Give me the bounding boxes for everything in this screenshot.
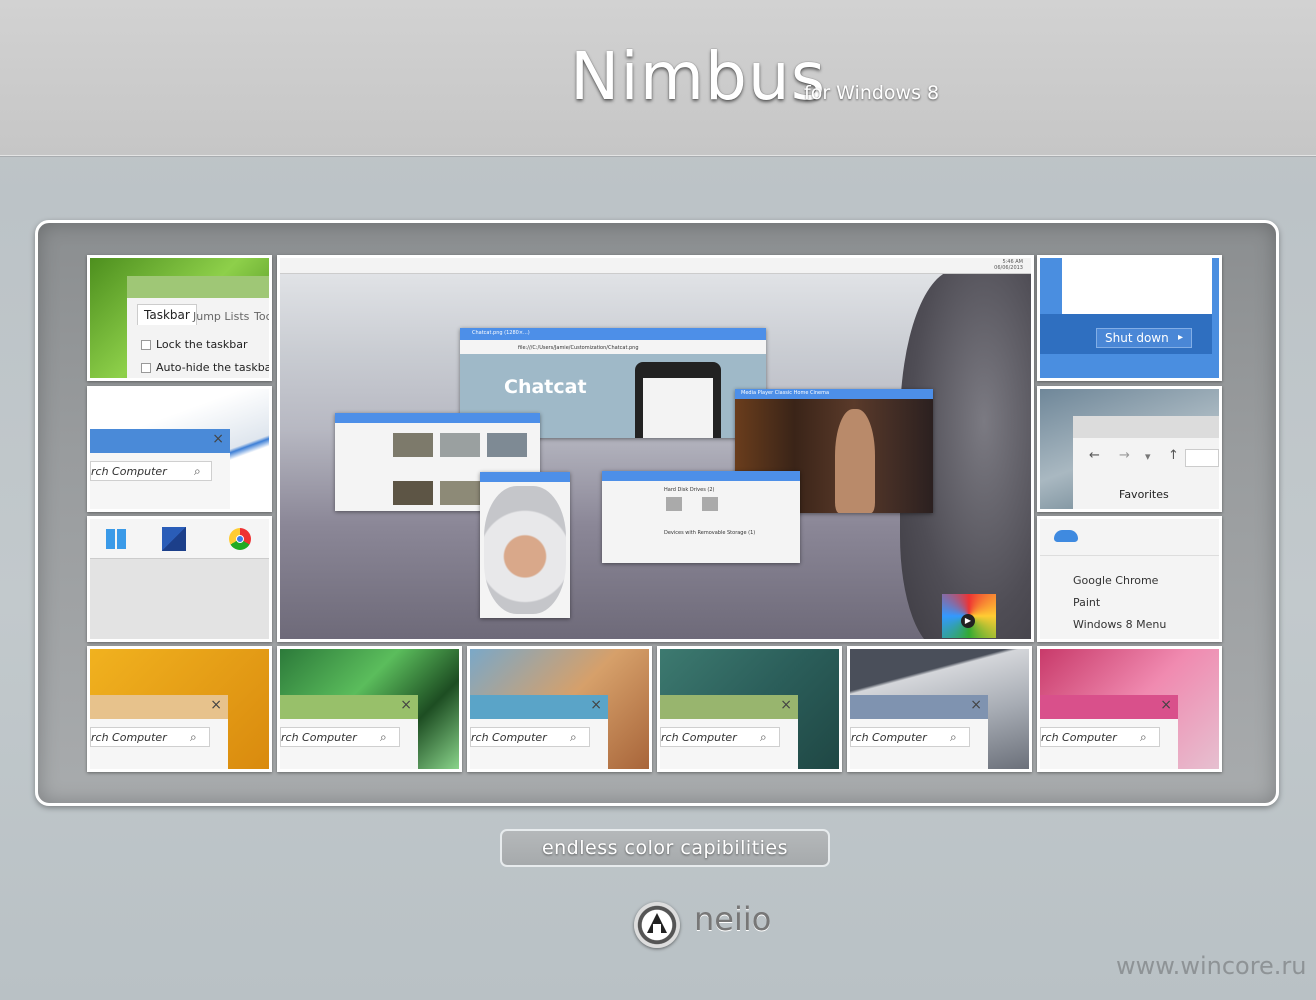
image-viewer-window[interactable] [480, 472, 570, 618]
search-icon[interactable]: ⌕ [570, 730, 577, 745]
shutdown-button[interactable]: Shut down ▸ [1096, 328, 1192, 348]
autohide-label: Auto-hide the taskbar [156, 361, 272, 374]
tab-taskbar[interactable]: Taskbar [137, 304, 197, 325]
close-icon[interactable]: × [400, 697, 412, 713]
tile-taskbar-icons [87, 516, 272, 642]
tile-variant-teal: × rch Computer ⌕ [657, 646, 842, 772]
desktop-taskbar [280, 258, 1031, 274]
brand-name: neiio [694, 900, 772, 938]
windows-icon[interactable] [106, 529, 126, 549]
back-icon[interactable]: ← [1089, 448, 1100, 463]
neiio-logo-icon [634, 902, 680, 948]
tile-explorer-favorites: ← → ▾ ↑ Favorites [1037, 386, 1222, 512]
cloud-icon[interactable] [1054, 530, 1078, 542]
close-icon[interactable]: × [210, 697, 222, 713]
tile-start-menu: Google Chrome Paint Windows 8 Menu [1037, 516, 1222, 642]
paint-icon[interactable] [162, 527, 186, 551]
page-subtitle: for Windows 8 [804, 82, 940, 104]
chevron-down-icon[interactable]: ▾ [1145, 450, 1151, 463]
explorer-window-computer[interactable]: Hard Disk Drives (2) Devices with Remova… [602, 471, 800, 563]
autohide-checkbox[interactable] [141, 363, 151, 373]
tab-toolbars[interactable]: Toc [254, 310, 269, 323]
play-icon[interactable]: ▶ [961, 614, 975, 628]
tab-jump-lists[interactable]: Jump Lists [193, 310, 249, 323]
close-icon[interactable]: × [780, 697, 792, 713]
close-icon[interactable]: × [1160, 697, 1172, 713]
search-icon[interactable]: ⌕ [760, 730, 767, 745]
up-icon[interactable]: ↑ [1168, 448, 1179, 463]
tile-variant-orange: × rch Computer ⌕ [87, 646, 272, 772]
caption-badge: endless color capibilities [500, 829, 830, 867]
search-icon[interactable]: ⌕ [950, 730, 957, 745]
close-icon[interactable]: × [212, 431, 224, 447]
search-icon[interactable]: ⌕ [380, 730, 387, 745]
page-title: Nimbus [570, 38, 827, 115]
search-icon[interactable]: ⌕ [190, 730, 197, 745]
lock-taskbar-label: Lock the taskbar [156, 338, 248, 351]
close-icon[interactable]: × [590, 697, 602, 713]
tile-desktop-screenshot: 5:46 AM 06/06/2013 Chatcat.png (1280×...)… [277, 255, 1034, 642]
lock-taskbar-checkbox[interactable] [141, 340, 151, 350]
tile-taskbar-properties: Taskbar Jump Lists Toc Lock the taskbar … [87, 255, 272, 381]
tile-variant-green: × rch Computer ⌕ [277, 646, 462, 772]
menu-item-chrome[interactable]: Google Chrome [1073, 574, 1158, 587]
close-icon[interactable]: × [970, 697, 982, 713]
tile-variant-sky: × rch Computer ⌕ [467, 646, 652, 772]
tile-variant-slate: × rch Computer ⌕ [847, 646, 1032, 772]
chevron-right-icon: ▸ [1177, 332, 1183, 343]
tile-search-blue: × rch Computer ⌕ [87, 386, 272, 512]
menu-item-paint[interactable]: Paint [1073, 596, 1100, 609]
search-icon[interactable]: ⌕ [194, 464, 201, 479]
forward-icon[interactable]: → [1119, 448, 1130, 463]
clock: 5:46 AM 06/06/2013 [994, 259, 1023, 271]
favorites-label[interactable]: Favorites [1119, 488, 1169, 501]
tile-shutdown: Shut down ▸ [1037, 255, 1222, 381]
address-bar[interactable] [1185, 449, 1219, 467]
tile-variant-pink: × rch Computer ⌕ [1037, 646, 1222, 772]
search-icon[interactable]: ⌕ [1140, 730, 1147, 745]
menu-item-windows8-menu[interactable]: Windows 8 Menu [1073, 618, 1166, 631]
site-watermark: www.wincore.ru [1116, 952, 1307, 980]
